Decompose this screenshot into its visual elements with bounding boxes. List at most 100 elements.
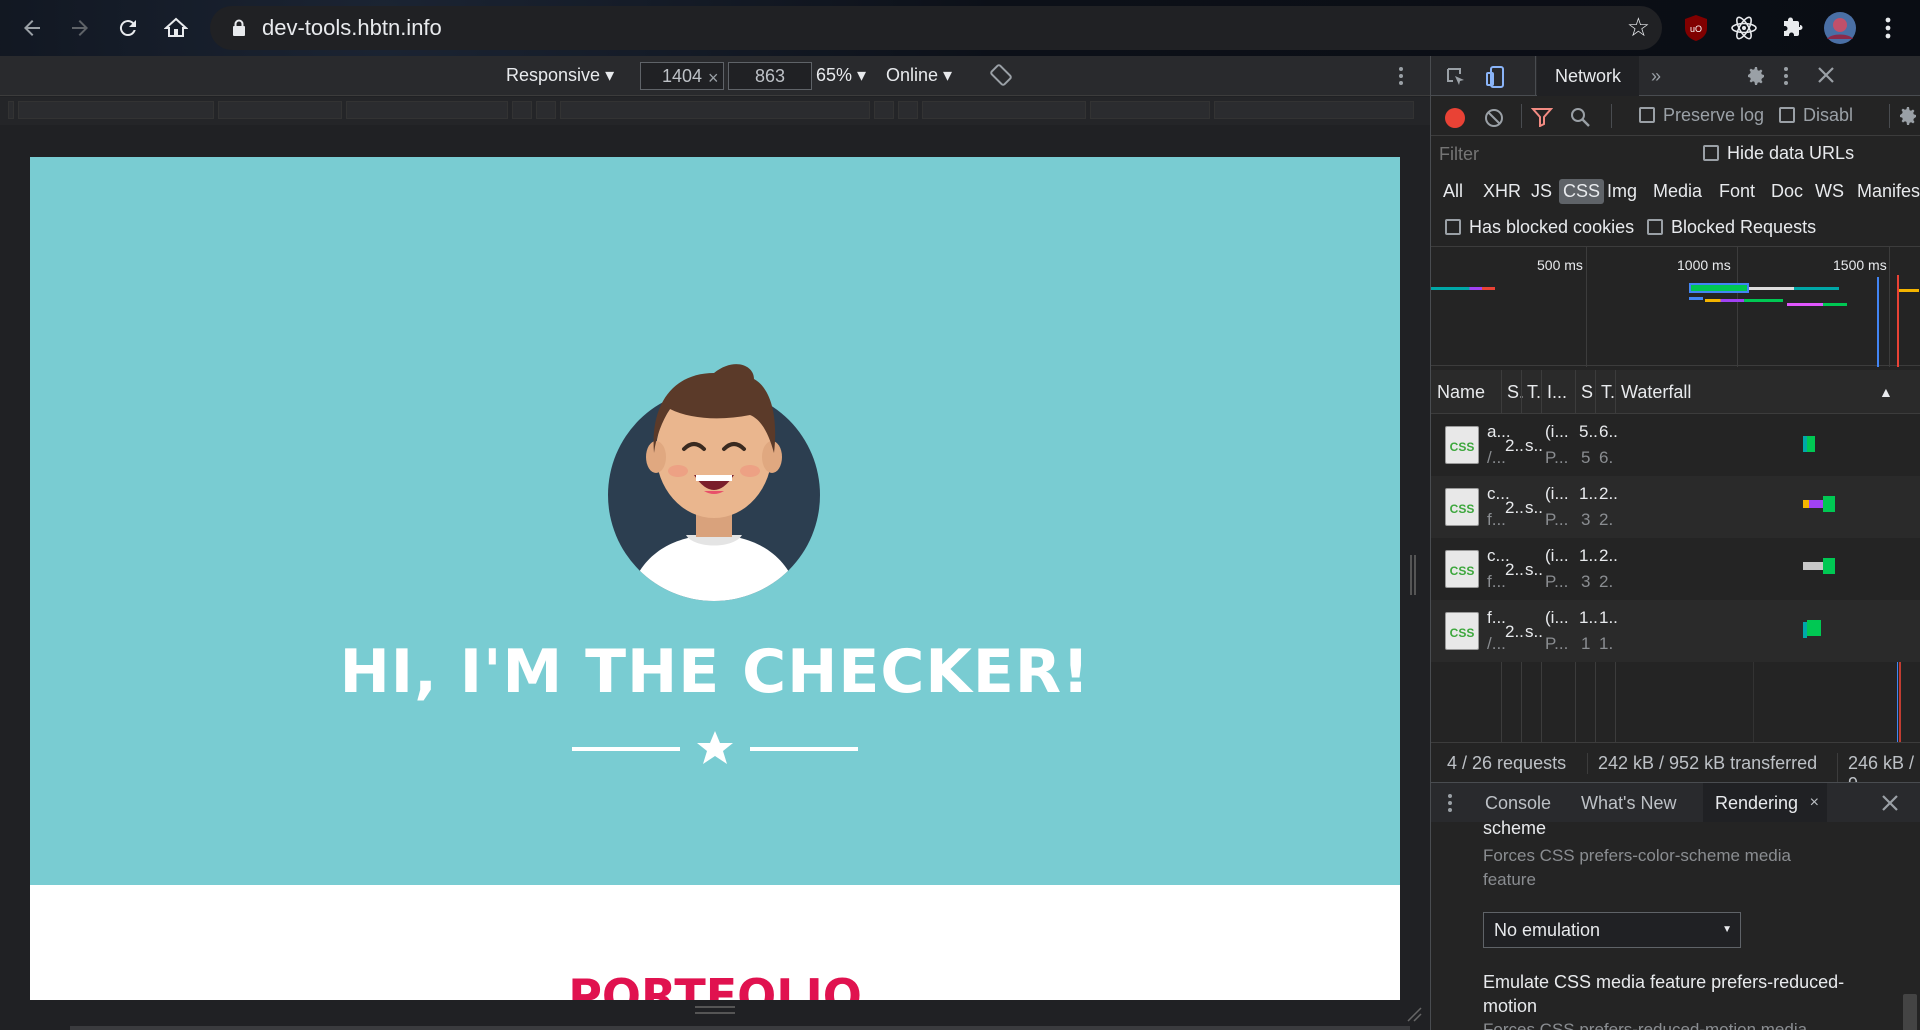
filter-manifest[interactable]: Manifes — [1857, 181, 1920, 202]
row-initiator: (i... — [1545, 484, 1569, 503]
column-size[interactable]: S — [1581, 382, 1593, 403]
color-scheme-title: scheme — [1483, 818, 1547, 838]
drawer-tab-whats-new[interactable]: What's New — [1581, 783, 1676, 823]
devtools-panel: Network » Preserve log Disabl Filter Hid… — [1430, 56, 1920, 1030]
color-scheme-select[interactable]: No emulation ▼ — [1483, 912, 1741, 948]
color-scheme-desc-line2: feature — [1483, 870, 1536, 889]
network-overview-timeline[interactable]: 500 ms 1000 ms 1500 ms — [1431, 246, 1920, 367]
close-tab-icon[interactable]: × — [1810, 783, 1819, 823]
inspect-element-icon[interactable] — [1445, 66, 1467, 93]
filter-xhr[interactable]: XHR — [1483, 181, 1521, 202]
column-initiator[interactable]: I... — [1547, 382, 1567, 403]
table-row[interactable]: CSS f... /... 2.. s.. (i... P... 1.. 1 1… — [1431, 600, 1920, 662]
clear-icon[interactable] — [1483, 107, 1505, 134]
drawer-tab-rendering[interactable]: Rendering × — [1703, 783, 1827, 823]
column-waterfall[interactable]: Waterfall — [1621, 382, 1691, 403]
browser-menu-icon[interactable] — [1872, 12, 1904, 44]
reduced-motion-desc-line1: Forces CSS prefers-reduced-motion media — [1483, 1020, 1808, 1030]
drawer-menu-icon[interactable] — [1447, 793, 1453, 818]
viewport-resize-handle-right[interactable] — [1410, 555, 1416, 595]
viewport-resize-handle-bottom[interactable] — [695, 1006, 735, 1014]
hero-title: HI, I'M THE CHECKER! — [339, 637, 1091, 707]
row-time: 2.. — [1599, 546, 1618, 565]
extensions-puzzle-icon[interactable] — [1776, 12, 1808, 44]
filter-js[interactable]: JS — [1531, 181, 1552, 202]
filter-font[interactable]: Font — [1719, 181, 1755, 202]
ublock-extension-icon[interactable]: uO — [1680, 12, 1712, 44]
media-query-ruler[interactable] — [0, 97, 1430, 125]
waterfall-bar — [1803, 562, 1823, 570]
filter-icon[interactable] — [1530, 107, 1554, 132]
close-drawer-icon[interactable] — [1881, 794, 1899, 817]
horizontal-scrollbar[interactable] — [70, 1026, 1410, 1030]
row-time: 2.. — [1599, 484, 1618, 503]
table-row[interactable]: CSS c... f... 2.. s.. (i... P... 1.. 3 2… — [1431, 476, 1920, 538]
row-status: 2.. — [1505, 622, 1524, 641]
settings-gear-icon[interactable] — [1743, 64, 1767, 93]
throttle-select-label: Online — [886, 65, 939, 85]
sort-ascending-icon[interactable]: ▲ — [1879, 384, 1893, 400]
timeline-label-1000: 1000 ms — [1677, 257, 1731, 273]
device-select[interactable]: Responsive ▾ — [506, 65, 614, 86]
address-bar[interactable]: dev-tools.hbtn.info ☆ — [210, 6, 1662, 50]
close-devtools-icon[interactable] — [1817, 66, 1835, 89]
row-size-resource: 1 — [1581, 634, 1591, 653]
filter-ws[interactable]: WS — [1815, 181, 1844, 202]
table-row[interactable]: CSS a... /... 2.. s.. (i... P... 5.. 5 6… — [1431, 414, 1920, 476]
home-icon[interactable] — [160, 12, 192, 44]
network-settings-icon[interactable] — [1895, 104, 1919, 133]
waterfall-bar — [1823, 558, 1835, 574]
table-row[interactable]: CSS c... f... 2.. s.. (i... P... 1.. 3 2… — [1431, 538, 1920, 600]
lock-icon[interactable] — [232, 19, 246, 37]
forward-icon[interactable] — [64, 12, 96, 44]
filter-input[interactable] — [1435, 140, 1681, 168]
filter-doc[interactable]: Doc — [1771, 181, 1803, 202]
column-type[interactable]: T. — [1527, 382, 1541, 403]
viewport-height-input[interactable]: 863 — [728, 62, 812, 90]
back-icon[interactable] — [16, 12, 48, 44]
profile-avatar[interactable] — [1822, 10, 1858, 46]
blocked-filters: Has blocked cookies Blocked Requests — [1431, 212, 1920, 246]
row-status: 2.. — [1505, 436, 1524, 455]
bookmark-star-icon[interactable]: ☆ — [1627, 12, 1650, 43]
preserve-log-checkbox[interactable]: Preserve log — [1639, 105, 1764, 126]
css-file-icon: CSS — [1445, 426, 1479, 464]
reload-icon[interactable] — [112, 12, 144, 44]
device-toggle-icon[interactable] — [1485, 65, 1507, 94]
search-icon[interactable] — [1569, 106, 1591, 133]
has-blocked-cookies-checkbox[interactable]: Has blocked cookies — [1445, 217, 1634, 238]
column-name[interactable]: Name — [1437, 382, 1485, 403]
throttle-select[interactable]: Online ▾ — [886, 65, 952, 86]
row-type: s.. — [1525, 498, 1543, 517]
column-time[interactable]: T. — [1601, 382, 1615, 403]
record-icon[interactable] — [1445, 108, 1465, 128]
disable-cache-checkbox[interactable]: Disabl — [1779, 105, 1853, 126]
viewport-resize-corner[interactable] — [1406, 1006, 1422, 1022]
filter-all[interactable]: All — [1443, 181, 1463, 202]
tab-network[interactable]: Network — [1537, 56, 1639, 96]
row-latency: 2. — [1599, 510, 1614, 529]
row-latency: 2. — [1599, 572, 1614, 591]
waterfall-bar — [1809, 500, 1823, 508]
blocked-requests-checkbox[interactable]: Blocked Requests — [1647, 217, 1816, 238]
color-scheme-select-value: No emulation — [1494, 920, 1601, 940]
row-type: s.. — [1525, 622, 1543, 641]
url-text: dev-tools.hbtn.info — [262, 15, 442, 40]
drawer-scrollbar[interactable] — [1903, 994, 1917, 1030]
filter-img[interactable]: Img — [1607, 181, 1637, 202]
react-devtools-icon[interactable] — [1728, 12, 1760, 44]
filter-row: Hide data URLs — [1431, 136, 1920, 172]
row-initiator: (i... — [1545, 422, 1569, 441]
devtools-more-icon[interactable] — [1783, 66, 1789, 91]
timeline-label-500: 500 ms — [1537, 257, 1583, 273]
css-file-icon: CSS — [1445, 550, 1479, 588]
filter-css[interactable]: CSS — [1559, 179, 1605, 204]
more-tabs-button[interactable]: » — [1651, 56, 1661, 96]
device-toolbar-more-icon[interactable] — [1398, 66, 1404, 91]
rotate-icon[interactable] — [990, 64, 1012, 86]
reduced-motion-title-line1: Emulate CSS media feature prefers-reduce… — [1483, 972, 1845, 992]
filter-media[interactable]: Media — [1653, 181, 1702, 202]
row-time: 6.. — [1599, 422, 1618, 441]
hide-data-urls-checkbox[interactable]: Hide data URLs — [1703, 143, 1854, 164]
zoom-select[interactable]: 65% ▾ — [816, 65, 866, 86]
